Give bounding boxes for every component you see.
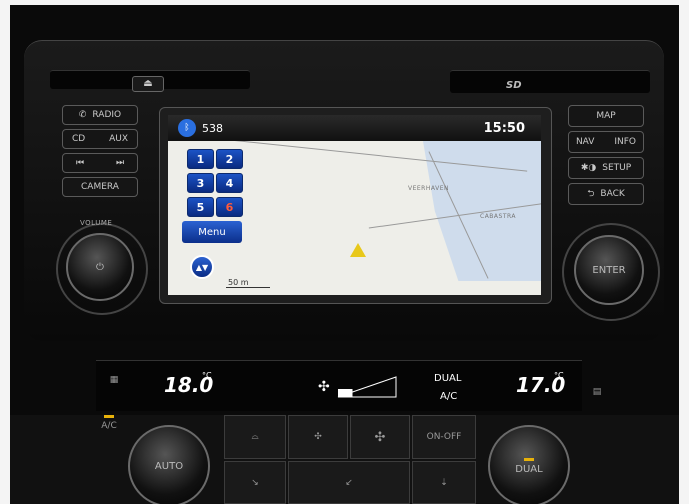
air-face-button[interactable]: ↘ xyxy=(224,461,286,504)
ac-indicator-lamp xyxy=(104,415,114,418)
fan-down-button[interactable]: ✣ xyxy=(288,415,348,459)
volume-label: VOLUME xyxy=(80,219,113,227)
preset-5-button[interactable]: 5 xyxy=(187,197,214,217)
nav-info-button[interactable]: NAV INFO xyxy=(568,131,644,153)
map-place-label: VEERHAVEN xyxy=(408,185,449,192)
display-screen: VEERHAVEN CABASTRA ᛒ 538 15:50 1 2 3 4 5… xyxy=(168,115,541,295)
dual-indicator: DUAL xyxy=(434,373,462,384)
fan-level-bar xyxy=(337,376,397,398)
eject-button[interactable]: ⏏ xyxy=(132,76,164,92)
radio-button[interactable]: ✆ RADIO xyxy=(62,105,138,125)
back-button[interactable]: ⮌ BACK xyxy=(568,183,644,205)
power-icon: ⏻ xyxy=(96,261,104,273)
fan-large-icon: ✣ xyxy=(374,429,386,445)
enter-knob[interactable]: ENTER xyxy=(574,235,644,305)
preset-2-button[interactable]: 2 xyxy=(216,149,243,169)
climate-display: 18.0 °C ✣ DUAL A/C 17.0 °C xyxy=(96,360,582,411)
right-temp-unit: °C xyxy=(554,371,564,380)
vehicle-position-icon xyxy=(350,243,366,257)
air-feet-icon: ↙ xyxy=(345,477,353,488)
ac-button[interactable]: A/C xyxy=(94,405,124,441)
left-temp-knob[interactable]: AUTO xyxy=(128,425,210,504)
map-scale-bar xyxy=(226,287,270,288)
setup-button[interactable]: ✱◑ SETUP xyxy=(568,157,644,179)
fan-small-icon: ✣ xyxy=(314,432,322,442)
climate-controls: A/C AUTO ⌓ ✣ ✣ ON-OFF ↘ ↙ ⇣ DUAL xyxy=(10,415,679,504)
back-arrow-icon: ⮌ xyxy=(587,189,595,199)
defrost-icon: ▦ xyxy=(109,375,119,385)
status-bar: ᛒ 538 15:50 xyxy=(168,115,541,141)
cd-aux-button[interactable]: CD AUX xyxy=(62,129,138,149)
phone-icon: ✆ xyxy=(78,110,87,120)
fan-icon: ✣ xyxy=(318,379,330,395)
volume-knob[interactable]: ⏻ xyxy=(66,233,134,301)
cd-label: CD xyxy=(71,134,86,144)
brightness-icon: ✱◑ xyxy=(580,163,597,173)
bluetooth-icon: ᛒ xyxy=(178,119,196,137)
track-buttons[interactable]: ⏮ ⏭ xyxy=(62,153,138,173)
clock: 15:50 xyxy=(483,121,525,136)
next-track-icon[interactable]: ⏭ xyxy=(116,158,124,168)
map-scale-label: 50 m xyxy=(228,278,249,287)
aux-label: AUX xyxy=(109,134,129,144)
nav-label: NAV xyxy=(575,137,595,147)
menu-button[interactable]: Menu xyxy=(182,221,242,243)
ac-indicator: A/C xyxy=(440,391,458,402)
fan-up-button[interactable]: ✣ xyxy=(350,415,410,459)
rear-defrost-icon: ▤ xyxy=(592,387,602,397)
air-floor-icon: ⇣ xyxy=(440,477,448,488)
windshield-button[interactable]: ⌓ xyxy=(224,415,286,459)
right-temp-knob[interactable]: DUAL xyxy=(488,425,570,504)
dual-indicator-lamp xyxy=(524,457,534,461)
preset-1-button[interactable]: 1 xyxy=(187,149,214,169)
camera-button[interactable]: CAMERA xyxy=(62,177,138,197)
preset-6-button[interactable]: 6 xyxy=(216,197,243,217)
preset-4-button[interactable]: 4 xyxy=(216,173,243,193)
car-dashboard: ⏏ SD ✆ RADIO CD AUX ⏮ ⏭ CAMERA VOLUME ⏻ … xyxy=(10,5,679,504)
rear-window-heat-button[interactable]: ▤ xyxy=(584,375,610,409)
sd-slot xyxy=(450,70,650,93)
on-off-button[interactable]: ON-OFF xyxy=(412,415,476,459)
defrost-rear-button[interactable]: ▦ xyxy=(100,360,128,400)
sd-logo-icon: SD xyxy=(506,80,522,91)
air-face-icon: ↘ xyxy=(251,477,259,488)
info-label: INFO xyxy=(614,137,637,147)
left-temp-unit: °C xyxy=(202,371,212,380)
map-button[interactable]: MAP xyxy=(568,105,644,127)
air-feet-button[interactable]: ↙ xyxy=(288,461,410,504)
station-frequency: 538 xyxy=(202,121,223,135)
preset-3-button[interactable]: 3 xyxy=(187,173,214,193)
prev-track-icon[interactable]: ⏮ xyxy=(76,158,84,168)
windshield-icon: ⌓ xyxy=(251,432,259,442)
map-place-label: CABASTRA xyxy=(480,213,517,220)
air-floor-button[interactable]: ⇣ xyxy=(412,461,476,504)
zoom-icon[interactable]: ▲▼ xyxy=(190,255,214,279)
